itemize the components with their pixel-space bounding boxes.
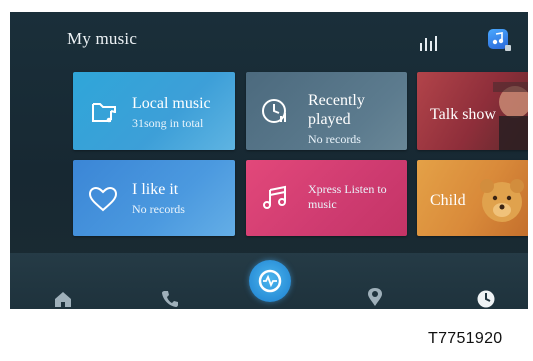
phone-icon[interactable] (160, 271, 180, 309)
infotainment-screen: My music Local music 31song in total Rec… (10, 12, 528, 309)
clock-icon (262, 99, 286, 123)
tile-xpress-listen[interactable]: Xpress Listen to music (246, 160, 407, 236)
navigation-icon[interactable] (365, 269, 385, 309)
tile-child[interactable]: Child (417, 160, 528, 236)
tile-title: Xpress Listen to music (308, 182, 387, 211)
clock-icon[interactable] (476, 271, 496, 309)
tile-title: Child (430, 192, 466, 209)
tile-title: Talk show (430, 106, 496, 123)
tile-subtitle: No records (132, 202, 185, 216)
tile-recently-played[interactable]: Recently played No records (246, 72, 407, 150)
music-app-icon[interactable] (488, 29, 511, 51)
page-title: My music (67, 29, 138, 48)
tile-subtitle: No records (308, 132, 361, 146)
tile-subtitle: 31song in total (132, 116, 204, 130)
equalizer-icon[interactable] (419, 33, 441, 51)
figure-code: T7751920 (428, 330, 503, 347)
tile-title: Local music (132, 95, 211, 112)
folder-music-icon (92, 103, 116, 123)
music-note-icon (263, 185, 286, 209)
tile-title: I like it (132, 181, 179, 198)
heart-icon (88, 186, 118, 212)
home-icon[interactable] (53, 271, 73, 309)
bottom-nav-bar (10, 253, 528, 309)
tile-talk-show[interactable]: Talk show (417, 72, 528, 150)
tile-local-music[interactable]: Local music 31song in total (73, 72, 235, 150)
tile-i-like-it[interactable]: I like it No records (73, 160, 235, 236)
tile-title: Recently played (308, 92, 365, 128)
media-icon[interactable] (249, 260, 291, 302)
